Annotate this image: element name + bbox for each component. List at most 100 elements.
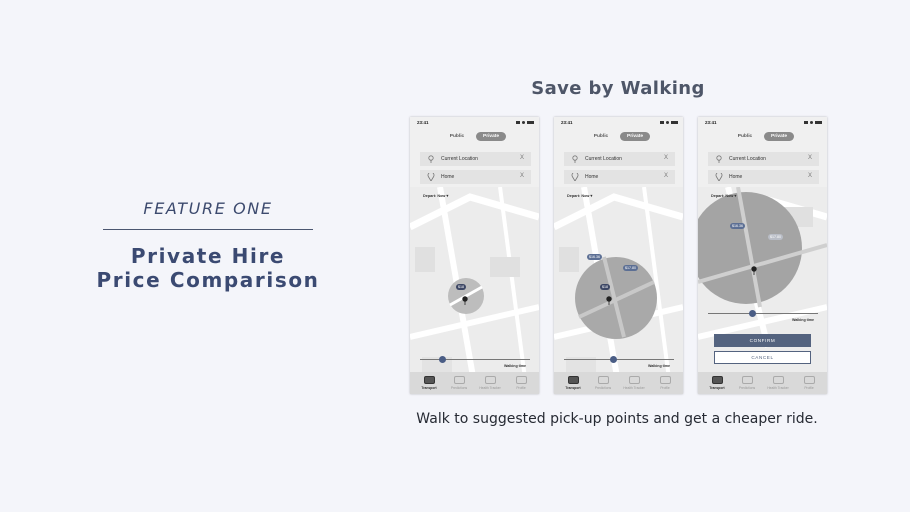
- price-label[interactable]: $17.80: [768, 234, 783, 240]
- from-field-value: Current Location: [585, 156, 622, 162]
- price-label[interactable]: $16.36: [730, 223, 745, 229]
- depart-selector[interactable]: Depart: Now ▾: [423, 193, 448, 198]
- tab-predictions[interactable]: Predictions: [447, 376, 471, 390]
- map-view[interactable]: [410, 187, 539, 394]
- status-icons: [804, 120, 822, 124]
- tab-label: Predictions: [738, 386, 756, 390]
- status-bar: 23:41: [410, 117, 539, 128]
- cancel-button[interactable]: CANCEL: [714, 351, 811, 364]
- walking-time-slider[interactable]: [420, 356, 530, 363]
- tab-label: Transport: [421, 386, 437, 390]
- status-time: 23:41: [705, 120, 717, 125]
- walking-time-slider[interactable]: [564, 356, 674, 363]
- caption: Walk to suggested pick-up points and get…: [416, 411, 818, 427]
- walking-time-label: Walking time: [504, 364, 527, 368]
- tab-predictions[interactable]: Predictions: [735, 376, 759, 390]
- tab-public[interactable]: Public: [443, 132, 471, 141]
- tab-predictions[interactable]: Predictions: [591, 376, 615, 390]
- transport-toggle: Public Private: [698, 132, 827, 142]
- tab-profile[interactable]: Profile: [653, 376, 677, 390]
- destination-pin-icon: [427, 173, 435, 181]
- tab-health-tracker[interactable]: Health Tracker: [766, 376, 790, 390]
- to-field-value: Home: [585, 174, 599, 180]
- tab-profile[interactable]: Profile: [509, 376, 533, 390]
- depart-selector[interactable]: Depart: Now ▾: [567, 193, 592, 198]
- profile-icon: [659, 376, 671, 384]
- tab-label: Health Tracker: [479, 386, 501, 390]
- divider: [103, 229, 313, 230]
- map-view[interactable]: [554, 187, 683, 394]
- clear-from-button[interactable]: X: [520, 155, 524, 161]
- phone-screen-1: 23:41 Public Private Current Location X …: [410, 117, 539, 394]
- pickup-pin-icon: [462, 296, 468, 305]
- clear-to-button[interactable]: X: [664, 173, 668, 179]
- to-field[interactable]: Home X: [708, 170, 819, 184]
- feature-title-line2: Price Comparison: [96, 268, 320, 292]
- tab-transport[interactable]: Transport: [561, 376, 585, 390]
- from-field[interactable]: Current Location X: [564, 152, 675, 166]
- tab-label: Health Tracker: [623, 386, 645, 390]
- tab-label: Profile: [660, 386, 670, 390]
- status-time: 23:41: [417, 120, 429, 125]
- clear-from-button[interactable]: X: [808, 155, 812, 161]
- tab-public[interactable]: Public: [731, 132, 759, 141]
- clear-to-button[interactable]: X: [520, 173, 524, 179]
- status-time: 23:41: [561, 120, 573, 125]
- bus-icon: [567, 376, 579, 384]
- clear-to-button[interactable]: X: [808, 173, 812, 179]
- slider-knob[interactable]: [438, 356, 446, 363]
- status-icons: [516, 120, 534, 124]
- bottom-tab-bar: Transport Predictions Health Tracker Pro…: [410, 372, 539, 394]
- from-field-value: Current Location: [729, 156, 766, 162]
- bus-icon: [711, 376, 723, 384]
- tab-label: Predictions: [594, 386, 612, 390]
- bottom-tab-bar: Transport Predictions Health Tracker Pro…: [698, 372, 827, 394]
- tab-private[interactable]: Private: [764, 132, 794, 141]
- confirm-button[interactable]: CONFIRM: [714, 334, 811, 347]
- walking-time-label: Walking time: [648, 364, 671, 368]
- walking-time-slider[interactable]: [708, 310, 818, 317]
- slider-knob[interactable]: [610, 356, 617, 363]
- tab-transport[interactable]: Transport: [417, 376, 441, 390]
- to-field[interactable]: Home X: [420, 170, 531, 184]
- tab-profile[interactable]: Profile: [797, 376, 821, 390]
- predictions-icon: [453, 376, 465, 384]
- from-field[interactable]: Current Location X: [708, 152, 819, 166]
- destination-pin-icon: [715, 173, 723, 181]
- tab-label: Transport: [709, 386, 725, 390]
- tab-transport[interactable]: Transport: [705, 376, 729, 390]
- phone-screen-3: 23:41 Public Private Current Location X …: [698, 117, 827, 394]
- phone-screen-2: 23:41 Public Private Current Location X …: [554, 117, 683, 394]
- location-pin-icon: [716, 155, 722, 163]
- tab-label: Profile: [804, 386, 814, 390]
- to-field-value: Home: [441, 174, 455, 180]
- walking-time-label: Walking time: [792, 318, 815, 322]
- clear-from-button[interactable]: X: [664, 155, 668, 161]
- price-label[interactable]: $16.36: [587, 254, 602, 260]
- status-icons: [660, 120, 678, 124]
- tab-label: Transport: [565, 386, 581, 390]
- price-label[interactable]: $17.80: [623, 265, 638, 271]
- tab-private[interactable]: Private: [476, 132, 506, 141]
- tab-public[interactable]: Public: [587, 132, 615, 141]
- profile-icon: [803, 376, 815, 384]
- tab-label: Health Tracker: [767, 386, 789, 390]
- depart-selector[interactable]: Depart: Now ▾: [711, 193, 736, 198]
- price-label[interactable]: $18: [600, 284, 610, 290]
- predictions-icon: [741, 376, 753, 384]
- feature-title: Private Hire Price Comparison: [95, 244, 321, 292]
- location-pin-icon: [428, 155, 434, 163]
- tab-label: Predictions: [450, 386, 468, 390]
- predictions-icon: [597, 376, 609, 384]
- tab-private[interactable]: Private: [620, 132, 650, 141]
- pickup-pin-icon: [751, 266, 757, 275]
- from-field-value: Current Location: [441, 156, 478, 162]
- tab-health-tracker[interactable]: Health Tracker: [622, 376, 646, 390]
- slider-knob[interactable]: [748, 310, 756, 317]
- from-field[interactable]: Current Location X: [420, 152, 531, 166]
- bus-icon: [423, 376, 435, 384]
- tab-health-tracker[interactable]: Health Tracker: [478, 376, 502, 390]
- price-label[interactable]: $18: [456, 284, 466, 290]
- to-field[interactable]: Home X: [564, 170, 675, 184]
- section-title: Save by Walking: [531, 78, 705, 99]
